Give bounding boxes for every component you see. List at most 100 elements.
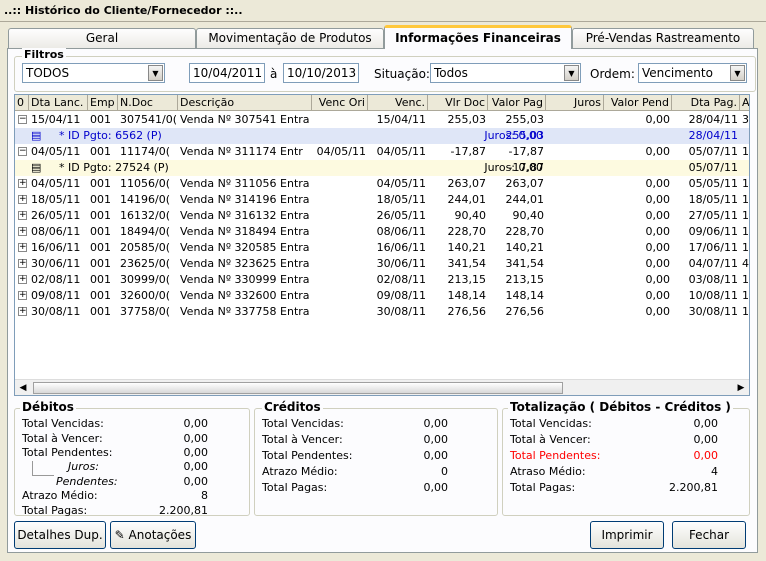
situacao-select[interactable]: Todos ▼ [430, 63, 581, 83]
scroll-left-icon[interactable]: ◀ [16, 381, 30, 395]
cell-dta: 18/05/11 [31, 193, 81, 206]
debitos-title: Débitos [20, 400, 76, 414]
debitos-atraso-value: 8 [201, 489, 208, 502]
debitos-pagas-label: Total Pagas: [22, 504, 88, 517]
creditos-atraso-value: 0 [441, 465, 448, 478]
table-row[interactable]: +18/05/11 001 14196/0(Venda Nº 314196 Entr… [15, 192, 749, 208]
expand-icon[interactable]: + [18, 275, 27, 284]
debitos-atraso-label: Atrazo Médio: [22, 489, 98, 502]
column-header[interactable]: Valor Pend [604, 95, 672, 111]
column-header[interactable]: Dta Lanc. [29, 95, 88, 111]
table-row[interactable]: +30/08/11 001 37758/0(Venda Nº 337758 Entr… [15, 304, 749, 320]
cell-desc: Venda Nº 323625 Entrada [180, 257, 310, 270]
table-row[interactable]: −04/05/11 001 11174/0(Venda Nº 311174 Entr… [15, 144, 749, 160]
table-row[interactable]: ▤ * ID Pgto: 27524 (P) Juros: 0,00 -17,87 05… [15, 160, 749, 176]
chevron-down-icon[interactable]: ▼ [730, 65, 745, 81]
payment-dtpag: 05/07/11 [688, 161, 738, 174]
expand-icon[interactable]: + [18, 243, 27, 252]
column-header[interactable]: N.Doc [118, 95, 178, 111]
column-header[interactable]: Emp [88, 95, 118, 111]
column-header[interactable]: 0 [15, 95, 29, 111]
table-row[interactable]: +04/05/11 001 11056/0(Venda Nº 311056 Entr… [15, 176, 749, 192]
cell-venc: 15/04/11 [376, 113, 426, 126]
anotacoes-button[interactable]: ✎ Anotações [110, 521, 196, 549]
financial-grid[interactable]: 0 Dta Lanc. Emp N.Doc Descrição Venc Ori Venc.… [14, 94, 750, 396]
scroll-right-icon[interactable]: ▶ [734, 381, 748, 395]
date-to-input[interactable]: 10/10/2013 [283, 63, 359, 83]
table-row[interactable]: ▤ * ID Pgto: 6562 (P) Juros: 0,00 255,03 28/… [15, 128, 749, 144]
total-pend-value: 0,00 [693, 449, 719, 462]
cell-dta: 02/08/11 [31, 273, 81, 286]
horizontal-scrollbar[interactable]: ◀ ▶ [15, 379, 749, 395]
debitos-vencer-value: 0,00 [183, 432, 209, 445]
total-vencer-label: Total à Vencer: [510, 433, 591, 446]
cell-venc: 26/05/11 [376, 209, 426, 222]
column-header[interactable]: Venc Ori [312, 95, 368, 111]
imprimir-button[interactable]: Imprimir [590, 521, 664, 549]
expand-icon[interactable]: + [18, 307, 27, 316]
column-header[interactable]: A [740, 95, 749, 111]
scroll-thumb[interactable] [33, 382, 563, 394]
table-row[interactable]: +16/06/11 001 20585/0(Venda Nº 320585 Entr… [15, 240, 749, 256]
cell-pag: 244,01 [505, 193, 545, 206]
tab-informacoes-financeiras[interactable]: Informações Financeiras [384, 25, 572, 49]
collapse-icon[interactable]: − [18, 115, 27, 124]
ordem-select[interactable]: Vencimento ▼ [638, 63, 747, 83]
cell-juros [548, 257, 602, 271]
expand-icon[interactable]: + [18, 227, 27, 236]
tipo-value: TODOS [26, 66, 70, 80]
expand-icon[interactable]: + [18, 259, 27, 268]
cell-pend: 0,00 [645, 193, 671, 206]
cell-dta: 16/06/11 [31, 241, 81, 254]
debitos-pend-label: Total Pendentes: [22, 446, 113, 459]
fechar-button[interactable]: Fechar [672, 521, 746, 549]
creditos-vencidas-label: Total Vencidas: [262, 417, 344, 430]
column-header[interactable]: Descrição [178, 95, 312, 111]
expand-icon[interactable]: + [18, 211, 27, 220]
cell-dtpag: 03/08/11 [688, 273, 738, 286]
cell-juros [548, 209, 602, 223]
tab-movimentacao[interactable]: Movimentação de Produtos [196, 28, 384, 48]
cell-juros [548, 113, 602, 127]
collapse-icon[interactable]: − [18, 147, 27, 156]
table-row[interactable]: +26/05/11 001 16132/0( Venda Nº 316132 Entr… [15, 208, 749, 224]
cell-emp: 001 [90, 209, 111, 222]
cell-desc: Venda Nº 316132 Entrada [180, 209, 310, 222]
cell-vlr: 244,01 [447, 193, 487, 206]
cell-pag: 276,56 [505, 305, 545, 318]
table-row[interactable]: +09/08/11 001 32600/0(Venda Nº 332600 Entr… [15, 288, 749, 304]
table-row[interactable]: +30/06/11 001 23625/0(Venda Nº 323625 Entr… [15, 256, 749, 272]
cell-juros [548, 289, 602, 303]
cell-pag: 228,70 [505, 225, 545, 238]
expand-icon[interactable]: + [18, 195, 27, 204]
tipo-select[interactable]: TODOS ▼ [22, 63, 165, 83]
column-header[interactable]: Venc. [368, 95, 428, 111]
column-header[interactable]: Vlr Doc [428, 95, 488, 111]
expand-icon[interactable]: + [18, 179, 27, 188]
cell-venc: 30/06/11 [376, 257, 426, 270]
cell-ndoc: 16132/0( [120, 209, 170, 222]
column-header[interactable]: Juros [546, 95, 604, 111]
column-header[interactable]: Valor Pag [488, 95, 546, 111]
tab-geral[interactable]: Geral [8, 28, 196, 48]
cell-vlr: -17,87 [450, 145, 486, 158]
chevron-down-icon[interactable]: ▼ [148, 65, 163, 81]
debitos-vencidas-value: 0,00 [183, 417, 209, 430]
expand-icon[interactable]: + [18, 291, 27, 300]
chevron-down-icon[interactable]: ▼ [564, 65, 579, 81]
detalhes-dup-button[interactable]: Detalhes Dup. [14, 521, 106, 549]
tab-label: Movimentação de Produtos [208, 31, 372, 45]
cell-emp: 001 [90, 273, 111, 286]
cell-dta: 04/05/11 [31, 177, 81, 190]
table-row[interactable]: +08/06/11 001 18494/0(Venda Nº 318494 Entr… [15, 224, 749, 240]
cell-dtpag: 27/05/11 [688, 209, 738, 222]
date-from-input[interactable]: 10/04/2011 [189, 63, 265, 83]
creditos-pagas-value: 0,00 [423, 481, 449, 494]
table-row[interactable]: +02/08/11 001 30999/0(Venda Nº 330999 Entr… [15, 272, 749, 288]
column-header[interactable]: Dta Pag. [672, 95, 740, 111]
table-row[interactable]: −15/04/11 001 307541/0(Venda Nº 307541 Ent… [15, 112, 749, 128]
tab-pre-vendas[interactable]: Pré-Vendas Rastreamento [572, 28, 754, 48]
cell-juros [548, 193, 602, 207]
cell-vori [314, 193, 366, 207]
document-icon: ▤ [31, 161, 42, 174]
